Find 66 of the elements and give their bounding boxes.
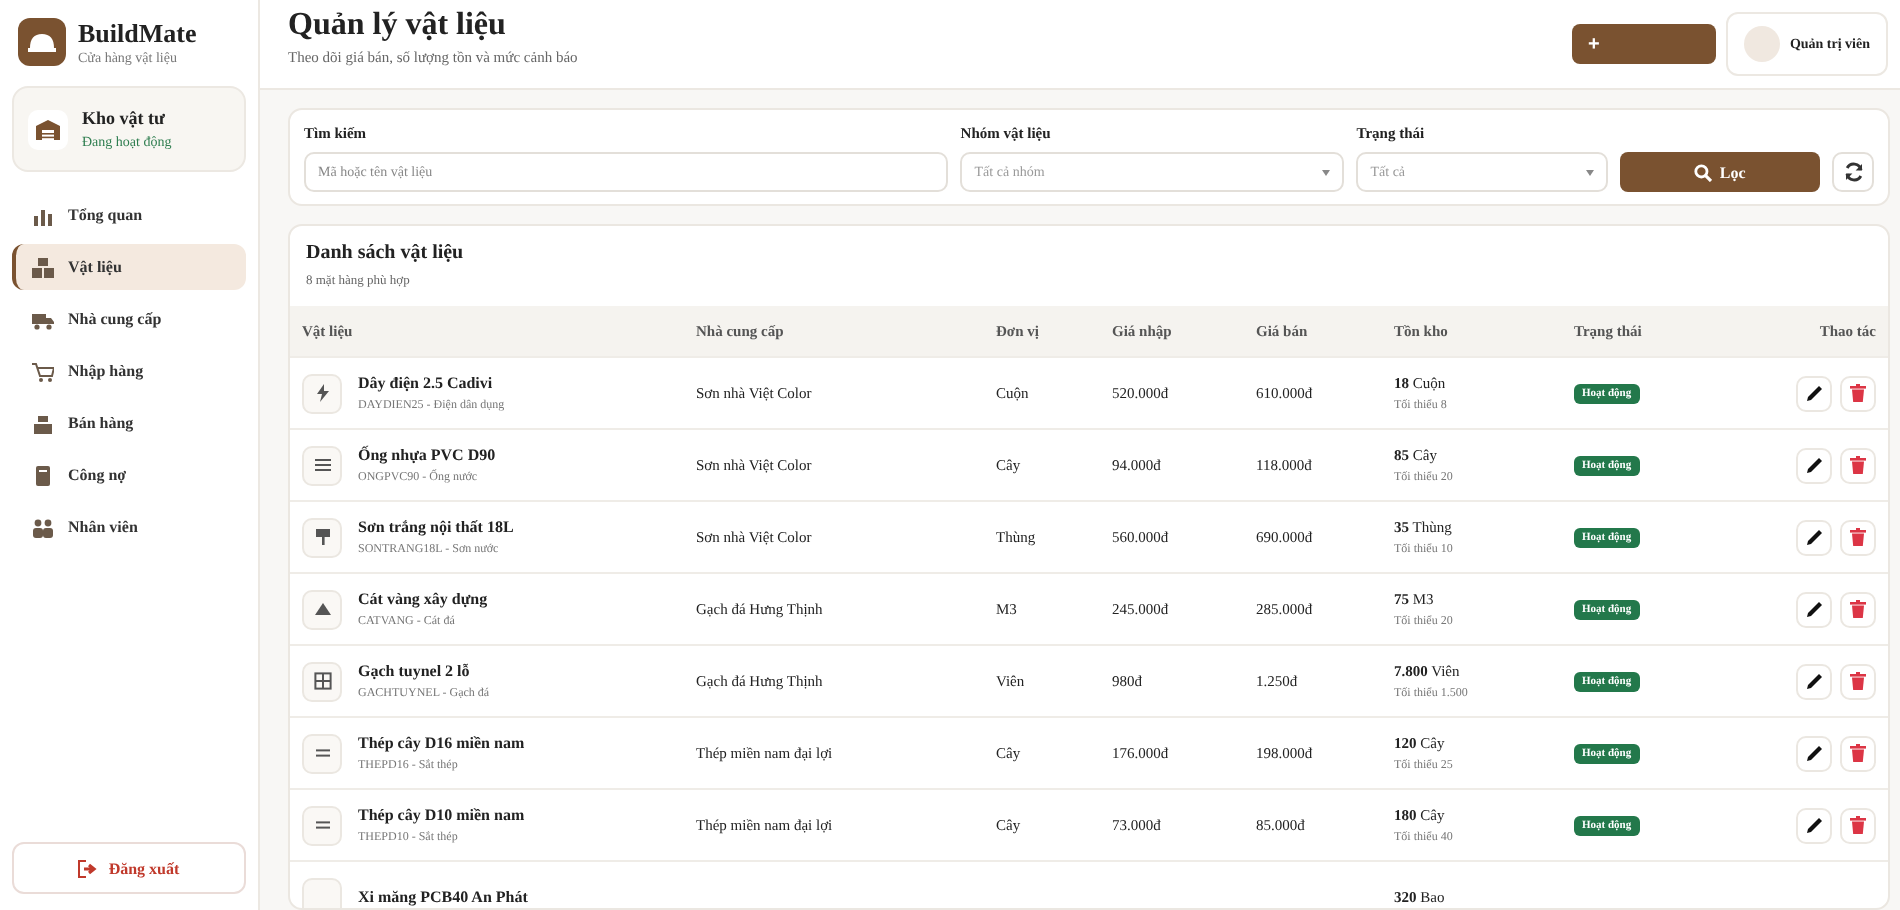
pencil-icon <box>1805 672 1823 690</box>
brand-name: BuildMate <box>78 18 197 50</box>
logout-button[interactable]: Đăng xuất <box>12 842 246 894</box>
material-name: Ống nhựa PVC D90 <box>358 446 496 464</box>
search-icon <box>1693 163 1712 181</box>
material-name: Thép cây D10 miền nam <box>358 806 525 824</box>
material-name: Thép cây D16 miền nam <box>358 734 525 752</box>
material-name: Dây điện 2.5 Cadivi <box>358 374 495 392</box>
delete-button[interactable] <box>1840 375 1876 411</box>
bar-chart-icon <box>32 205 54 225</box>
cart-icon <box>32 361 54 381</box>
nav-item[interactable]: Bán hàng <box>12 400 246 446</box>
edit-button[interactable] <box>1796 519 1832 555</box>
trash-icon <box>1850 384 1866 402</box>
material-name: Sơn trắng nội thất 18L <box>358 518 514 536</box>
edit-button[interactable] <box>1796 663 1832 699</box>
avatar-icon <box>1743 26 1780 62</box>
delete-button[interactable] <box>1840 735 1876 771</box>
edit-button[interactable] <box>1796 807 1832 843</box>
material-name: Cát vàng xây dựng <box>358 590 488 608</box>
nav-item[interactable]: Công nợ <box>12 452 246 498</box>
pencil-icon <box>1805 816 1823 834</box>
delete-button[interactable] <box>1840 807 1876 843</box>
truck-icon <box>32 309 54 329</box>
store-name: Kho vật tư <box>82 108 167 128</box>
material-name: Gạch tuynel 2 lỗ <box>358 662 472 680</box>
table-title: Danh sách vật liệu <box>306 242 466 264</box>
refresh-button[interactable] <box>1832 152 1875 192</box>
delete-button[interactable] <box>1840 447 1876 483</box>
boxes-icon <box>32 257 54 277</box>
nav-item[interactable]: Tổng quan <box>12 192 246 238</box>
edit-button[interactable] <box>1796 735 1832 771</box>
trash-icon <box>1850 600 1866 618</box>
nav-item[interactable]: Nhà cung cấp <box>12 296 246 342</box>
trash-icon <box>1850 816 1866 834</box>
add-button[interactable]: + <box>1571 24 1716 64</box>
trash-icon <box>1850 528 1866 546</box>
trash-icon <box>1850 456 1866 474</box>
pencil-icon <box>1805 456 1823 474</box>
users-icon <box>32 517 54 537</box>
refresh-icon <box>1843 162 1864 182</box>
pencil-icon <box>1805 528 1823 546</box>
document-icon <box>32 465 54 485</box>
trash-icon <box>1850 672 1866 690</box>
edit-button[interactable] <box>1796 591 1832 627</box>
material-name: Xi măng PCB40 An Phát <box>358 888 528 907</box>
trash-icon <box>1850 744 1866 762</box>
delete-button[interactable] <box>1840 519 1876 555</box>
pencil-icon <box>1805 384 1823 402</box>
filter-button[interactable]: Lọc <box>1619 152 1821 192</box>
warehouse-icon <box>28 109 68 149</box>
edit-button[interactable] <box>1796 375 1832 411</box>
hard-hat-icon <box>18 18 66 66</box>
cash-register-icon <box>32 413 54 433</box>
nav-item[interactable]: Vật liệu <box>12 244 246 290</box>
logout-icon <box>78 859 99 877</box>
pencil-icon <box>1805 600 1823 618</box>
delete-button[interactable] <box>1840 663 1876 699</box>
nav-item[interactable]: Nhân viên <box>12 504 246 550</box>
edit-button[interactable] <box>1796 447 1832 483</box>
delete-button[interactable] <box>1840 591 1876 627</box>
nav-item[interactable]: Nhập hàng <box>12 348 246 394</box>
pencil-icon <box>1805 744 1823 762</box>
caret-icon <box>1585 169 1594 175</box>
caret-icon <box>1322 169 1331 175</box>
page-title: Quản lý vật liệu <box>288 8 508 44</box>
